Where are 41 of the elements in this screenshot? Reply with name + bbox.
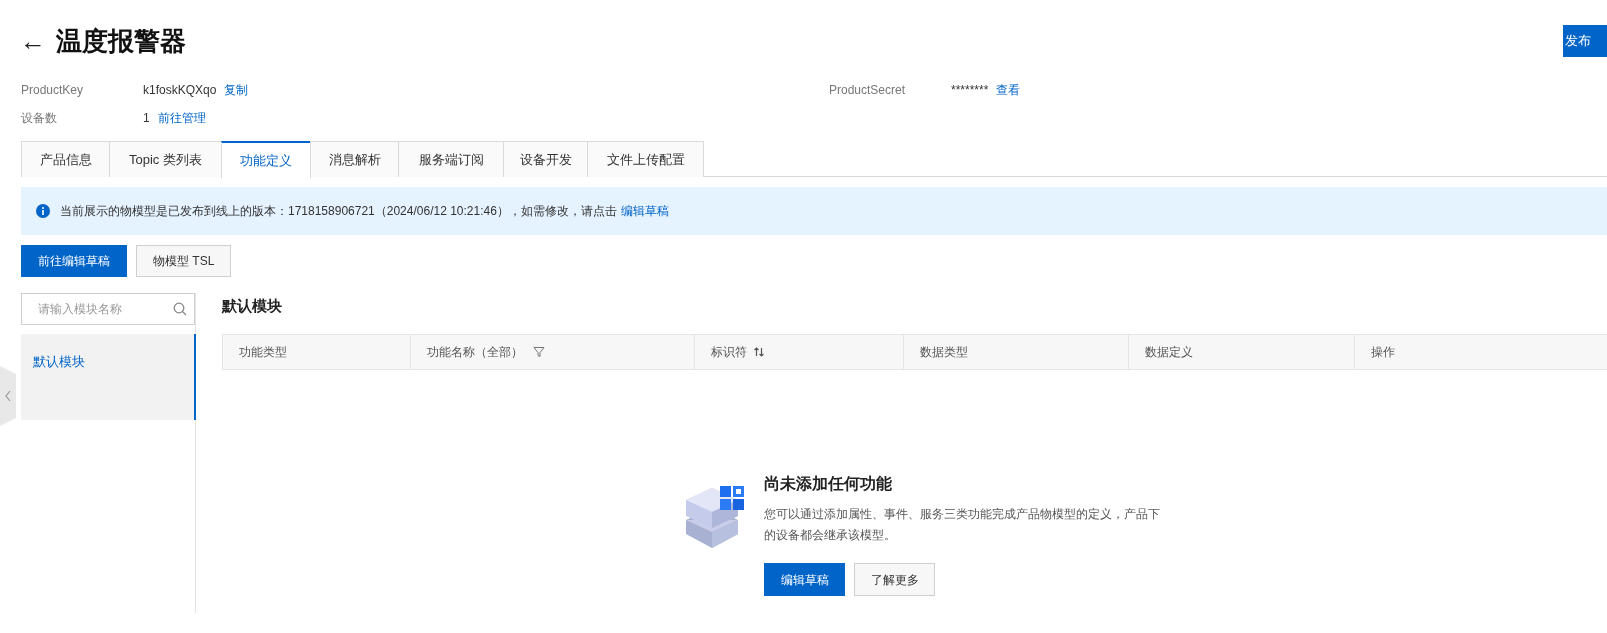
notice-text: 当前展示的物模型是已发布到线上的版本：1718158906721（2024/06/12 10:21:46），如需修改，请点击 [60,203,617,220]
field-link[interactable]: 复制 [224,81,249,99]
column-header: 标识符 [711,344,747,361]
module-search-field[interactable]: 请输入模块名称 [21,293,195,325]
field-value: k1foskKQXqo [143,82,217,99]
back-button[interactable]: ← [20,28,48,54]
tab[interactable]: 功能定义 [221,141,311,178]
edit-draft-button[interactable]: 编辑草稿 [764,563,845,596]
field-link[interactable]: 前往管理 [157,109,206,127]
publish-button[interactable]: 发布 [1563,25,1607,57]
field-value: ******** [951,82,989,99]
empty-state-title: 尚未添加任何功能 [764,474,893,494]
tab[interactable]: 设备开发 [503,141,588,177]
learn-more-button[interactable]: 了解更多 [854,563,935,596]
field-label: ProductSecret [829,82,907,99]
column-header: 操作 [1371,344,1395,361]
field-label: 设备数 [21,110,58,127]
tab[interactable]: 消息解析 [310,141,399,177]
tab[interactable]: 服务端订阅 [398,141,504,177]
module-title: 默认模块 [222,296,283,316]
tab[interactable]: 文件上传配置 [587,141,704,177]
collapse-handle-icon[interactable] [0,366,16,426]
edit-draft-button[interactable]: 前往编辑草稿 [21,245,127,277]
field-link[interactable]: 查看 [996,81,1021,99]
info-icon [36,204,50,218]
tab[interactable]: 产品信息 [21,141,110,177]
field-value: 1 [143,110,150,127]
field-label: ProductKey [21,82,85,99]
column-header: 数据定义 [1145,344,1193,361]
sort-icon[interactable] [753,346,765,358]
column-header: 功能名称（全部） [427,344,523,361]
filter-icon[interactable] [533,346,545,358]
page-title: 温度报警器 [56,24,186,58]
column-header: 功能类型 [239,344,287,361]
tab[interactable]: Topic 类列表 [109,141,222,177]
edit-draft-link[interactable]: 编辑草稿 [620,202,669,220]
search-icon [173,302,187,316]
column-header: 数据类型 [920,344,968,361]
tsl-button[interactable]: 物模型 TSL [136,245,232,277]
empty-state-description: 您可以通过添加属性、事件、服务三类功能完成产品物模型的定义，产品下的设备都会继承该模型。 [764,506,1161,544]
module-item[interactable]: 默认模块 [21,334,196,420]
